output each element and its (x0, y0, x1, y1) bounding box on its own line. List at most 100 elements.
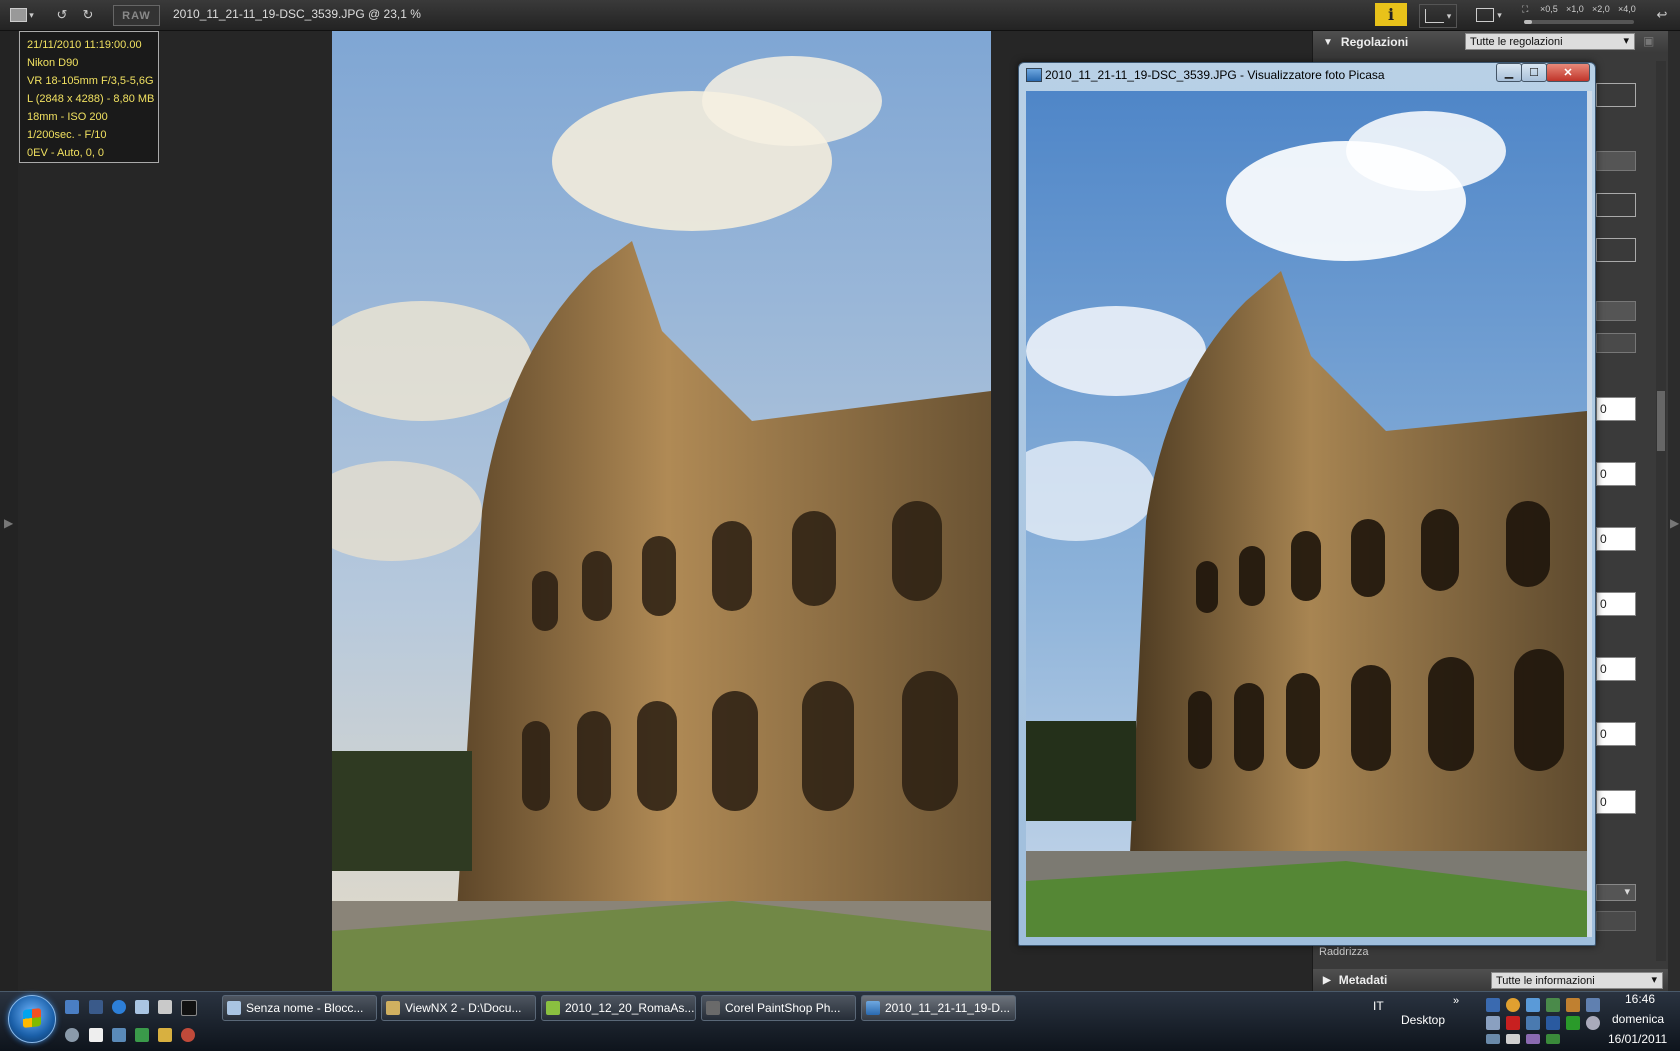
panel-scrollbar[interactable] (1656, 61, 1666, 961)
language-indicator[interactable]: IT (1373, 999, 1384, 1013)
exif-datetime: 21/11/2010 11:19:00.00 (27, 39, 142, 51)
zoom-level-0[interactable]: ×0,5 (1540, 4, 1558, 14)
exif-focal-iso: 18mm - ISO 200 (27, 111, 108, 123)
adjust-value-0[interactable]: 0 (1596, 397, 1636, 421)
show-desktop-icon[interactable] (65, 1000, 79, 1014)
zoom-level-1[interactable]: ×1,0 (1566, 4, 1584, 14)
picasa-scrollbar[interactable] (1587, 91, 1592, 937)
expand-left-icon: ▶ (4, 516, 14, 530)
clock-time[interactable]: 16:46 (1625, 992, 1655, 1006)
security-tray-icon[interactable] (1566, 1016, 1580, 1030)
right-collapse-strip[interactable]: ▶ (1668, 31, 1680, 991)
tray-icon-2[interactable] (1506, 998, 1520, 1012)
adjust-value-4[interactable]: 0 (1596, 657, 1636, 681)
spreadsheet-icon[interactable] (135, 1028, 149, 1042)
clock-date[interactable]: 16/01/2011 (1608, 1032, 1667, 1046)
return-button[interactable]: ↩ (1652, 4, 1672, 26)
zoom-level-2[interactable]: ×2,0 (1592, 4, 1610, 14)
task-folder[interactable]: 2010_12_20_RomaAs... (541, 995, 696, 1021)
adjust-input-top[interactable] (1596, 83, 1636, 107)
network-tray-icon[interactable] (1586, 998, 1600, 1012)
regolazioni-select[interactable]: Tutte le regolazioni (1465, 33, 1635, 50)
adjust-select-1[interactable] (1596, 151, 1636, 171)
task-label: Corel PaintShop Ph... (725, 1001, 841, 1015)
rotate-left-button[interactable]: ↺ (52, 4, 72, 26)
desktop-toolbar-label[interactable]: Desktop (1401, 1013, 1445, 1027)
adjust-value-6[interactable]: 0 (1596, 790, 1636, 814)
metadati-label: Metadati (1338, 973, 1388, 987)
panel-options-icon[interactable]: ▣ (1643, 34, 1654, 48)
volume-tray-icon[interactable] (1586, 1016, 1600, 1030)
adjust-value-2[interactable]: 0 (1596, 527, 1636, 551)
task-paintshop[interactable]: Corel PaintShop Ph... (701, 995, 856, 1021)
tray-icon-12[interactable] (1546, 1034, 1560, 1044)
fit-screen-button[interactable]: ▾ (1472, 4, 1506, 26)
ati-tray-icon[interactable] (1506, 1016, 1520, 1030)
toolbar-expand-icon[interactable]: » (1453, 995, 1459, 1007)
start-button[interactable] (8, 995, 56, 1043)
media-icon[interactable] (181, 1028, 195, 1042)
fit-screen-icon (1476, 8, 1495, 22)
calculator-icon[interactable] (158, 1000, 172, 1014)
command-prompt-icon[interactable] (181, 1000, 197, 1016)
zoom-fit-icon[interactable]: ⛶ (1522, 4, 1528, 15)
document-icon[interactable] (89, 1028, 103, 1042)
minimize-icon: ▁ (1504, 67, 1514, 79)
tray-icon-1[interactable] (1486, 998, 1500, 1012)
histogram-button[interactable]: ▾ (1419, 4, 1457, 28)
tray-icon-7[interactable] (1526, 1016, 1540, 1030)
adjust-input-2[interactable] (1596, 193, 1636, 217)
switch-windows-icon[interactable] (89, 1000, 103, 1014)
adjust-value-3[interactable]: 0 (1596, 592, 1636, 616)
internet-explorer-icon[interactable] (112, 1000, 126, 1014)
info-button[interactable]: i (1375, 3, 1407, 26)
folder-icon[interactable] (158, 1028, 172, 1042)
maximize-icon: ☐ (1529, 67, 1539, 79)
exif-size: L (2848 x 4288) - 8,80 MB (27, 93, 155, 105)
metadati-select[interactable]: Tutte le informazioni (1491, 972, 1663, 989)
adjust-value-1[interactable]: 0 (1596, 462, 1636, 486)
adjust-select-2[interactable] (1596, 301, 1636, 321)
clock-day[interactable]: domenica (1612, 1012, 1664, 1026)
tray-icon-6[interactable] (1486, 1016, 1500, 1030)
notepad-icon[interactable] (135, 1000, 149, 1014)
adjust-button-1[interactable] (1596, 333, 1636, 353)
tray-icon-3[interactable] (1526, 998, 1540, 1012)
adjust-button-2[interactable] (1596, 911, 1636, 931)
windows-logo-icon (23, 1008, 41, 1028)
picasa-app-icon (1026, 68, 1042, 82)
task-label: 2010_11_21-11_19-D... (885, 1001, 1010, 1015)
tray-icon-5[interactable] (1566, 998, 1580, 1012)
rotate-left-icon: ↺ (56, 7, 68, 22)
raw-button[interactable]: RAW (113, 5, 160, 26)
regolazioni-label: Regolazioni (1340, 35, 1409, 49)
tray-icon-10[interactable] (1506, 1034, 1520, 1044)
expand-right-icon: ▶ (1670, 516, 1680, 530)
tray-icon-4[interactable] (1546, 998, 1560, 1012)
tray-icon-9[interactable] (1486, 1034, 1500, 1044)
zoom-level-3[interactable]: ×4,0 (1618, 4, 1636, 14)
adjust-value-5[interactable]: 0 (1596, 722, 1636, 746)
panel-scrollbar-thumb[interactable] (1657, 391, 1665, 451)
task-picasa[interactable]: 2010_11_21-11_19-D... (861, 995, 1016, 1021)
left-collapse-strip[interactable]: ▶ (0, 31, 18, 991)
adjust-input-3[interactable] (1596, 238, 1636, 262)
task-label: 2010_12_20_RomaAs... (565, 1001, 695, 1015)
view-mode-button[interactable]: ▾ (6, 4, 38, 26)
adjust-select-3[interactable] (1596, 884, 1636, 901)
network-icon[interactable] (112, 1028, 126, 1042)
zoom-slider[interactable] (1524, 20, 1634, 24)
maximize-button[interactable]: ☐ (1521, 63, 1547, 82)
picasa-icon (866, 1001, 880, 1015)
rotate-right-button[interactable]: ↻ (78, 4, 98, 26)
minimize-button[interactable]: ▁ (1496, 63, 1522, 82)
tray-icon-8[interactable] (1546, 1016, 1560, 1030)
task-notepad[interactable]: Senza nome - Blocc... (222, 995, 377, 1021)
folder-icon (546, 1001, 560, 1015)
close-button[interactable]: ✕ (1546, 63, 1590, 82)
tray-icon-11[interactable] (1526, 1034, 1540, 1044)
task-viewnx[interactable]: ViewNX 2 - D:\Docu... (381, 995, 536, 1021)
rotate-right-icon: ↻ (82, 7, 94, 22)
zoom-slider-handle[interactable] (1524, 20, 1532, 24)
lock-icon[interactable] (65, 1028, 79, 1042)
